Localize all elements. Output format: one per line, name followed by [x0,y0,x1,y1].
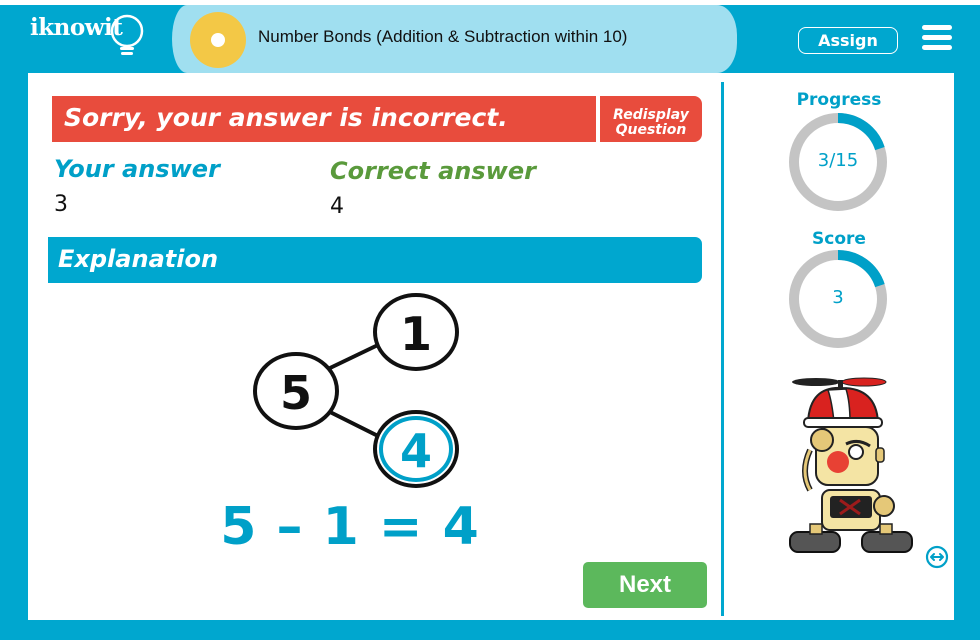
your-answer-value: 3 [54,192,68,217]
next-button[interactable]: Next [583,562,707,608]
score-label: Score [812,229,866,249]
redisplay-label-line2: Question [615,121,687,138]
sidebar-divider [721,82,724,616]
progress-value: 3/15 [817,150,859,171]
hamburger-menu-icon[interactable] [922,25,952,51]
robot-mascot [789,377,913,553]
score-value: 3 [832,287,844,308]
lesson-badge-dot [211,33,225,47]
correct-answer-label: Correct answer [330,157,536,185]
assign-button[interactable]: Assign [798,27,898,54]
lesson-title: Number Bonds (Addition & Subtraction wit… [258,27,628,46]
incorrect-answer-banner: Sorry, your answer is incorrect. [52,96,596,142]
bond-whole-number: 5 [280,366,312,420]
explanation-equation: 5 – 1 = 4 [220,497,480,557]
bond-part-bottom-number: 4 [400,424,432,478]
resize-arrows-icon[interactable] [925,545,949,569]
correct-answer-value: 4 [330,194,344,219]
redisplay-label-line1: Redisplay [613,106,689,123]
progress-label: Progress [796,90,882,110]
bond-connector-bottom [329,410,383,440]
lightbulb-icon [110,14,144,55]
redisplay-question-button[interactable]: Redisplay Question [600,96,702,142]
explanation-heading: Explanation [48,237,702,283]
bond-connector-top [329,342,381,370]
your-answer-label: Your answer [54,155,220,183]
bond-part-top-number: 1 [400,307,432,361]
